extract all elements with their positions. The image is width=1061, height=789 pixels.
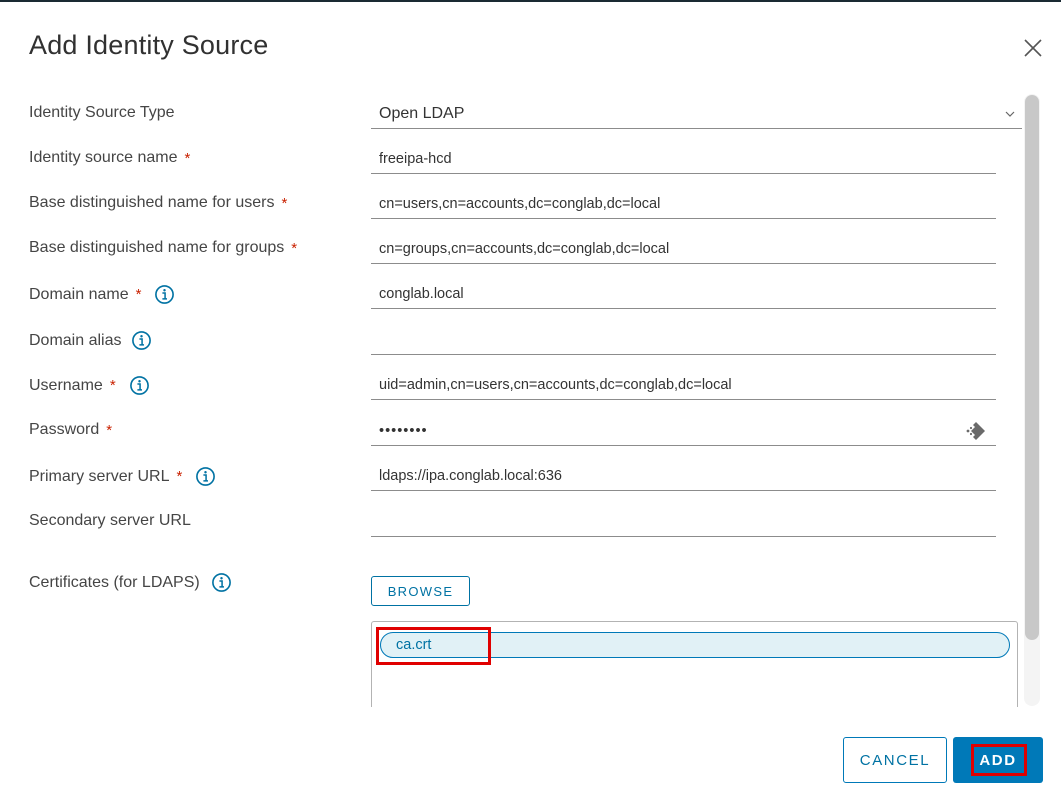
required-marker: * bbox=[135, 286, 142, 303]
secondary-url-label: Secondary server URL bbox=[29, 512, 191, 530]
dialog-title: Add Identity Source bbox=[29, 30, 269, 60]
base-dn-users-label: Base distinguished name for users * bbox=[29, 194, 287, 212]
info-icon[interactable] bbox=[129, 375, 150, 396]
password-label: Password * bbox=[29, 421, 112, 439]
identity-source-name-input[interactable]: freeipa-hcd bbox=[371, 144, 996, 174]
certificates-label: Certificates (for LDAPS) bbox=[29, 572, 232, 593]
scrollbar-thumb[interactable] bbox=[1025, 95, 1039, 640]
base-dn-groups-input[interactable]: cn=groups,cn=accounts,dc=conglab,dc=loca… bbox=[371, 234, 996, 264]
label-text: Identity source name bbox=[29, 149, 178, 166]
base-dn-users-input[interactable]: cn=users,cn=accounts,dc=conglab,dc=local bbox=[371, 189, 996, 219]
label-text: Primary server URL bbox=[29, 467, 170, 485]
password-reveal-icon[interactable] bbox=[964, 419, 988, 443]
chevron-down-icon bbox=[1005, 111, 1015, 117]
identity-source-type-label: Identity Source Type bbox=[29, 104, 175, 122]
input-value: •••••••• bbox=[379, 422, 428, 439]
required-marker: * bbox=[109, 377, 116, 394]
required-marker: * bbox=[176, 468, 183, 485]
input-value: conglab.local bbox=[379, 285, 464, 302]
certificate-chip[interactable]: ca.crt bbox=[380, 632, 1010, 658]
input-value: cn=users,cn=accounts,dc=conglab,dc=local bbox=[379, 195, 661, 212]
close-icon[interactable] bbox=[1018, 33, 1048, 63]
add-identity-source-dialog: Add Identity Source Identity Source Type… bbox=[0, 0, 1061, 789]
identity-source-type-select[interactable]: Open LDAP bbox=[371, 99, 1022, 129]
input-value: freeipa-hcd bbox=[379, 150, 452, 167]
base-dn-groups-label: Base distinguished name for groups * bbox=[29, 239, 297, 257]
browse-button[interactable]: BROWSE bbox=[371, 576, 470, 606]
password-input[interactable]: •••••••• bbox=[371, 416, 996, 446]
label-text: Username bbox=[29, 376, 103, 394]
primary-url-input[interactable]: ldaps://ipa.conglab.local:636 bbox=[371, 461, 996, 491]
required-marker: * bbox=[281, 194, 288, 212]
input-value: ldaps://ipa.conglab.local:636 bbox=[379, 467, 562, 484]
label-text: Domain name bbox=[29, 285, 129, 303]
domain-name-input[interactable]: conglab.local bbox=[371, 279, 996, 309]
label-text: Password bbox=[29, 421, 100, 438]
secondary-url-input[interactable] bbox=[371, 507, 996, 537]
domain-alias-label: Domain alias bbox=[29, 330, 152, 351]
label-text: Domain alias bbox=[29, 331, 122, 349]
required-marker: * bbox=[106, 421, 113, 439]
info-icon[interactable] bbox=[131, 330, 152, 351]
label-text: Identity Source Type bbox=[29, 104, 175, 121]
required-marker: * bbox=[291, 239, 298, 257]
certificate-file-name: ca.crt bbox=[396, 637, 432, 653]
cancel-button[interactable]: CANCEL bbox=[843, 737, 947, 783]
domain-name-label: Domain name * bbox=[29, 284, 175, 305]
select-value: Open LDAP bbox=[379, 104, 465, 122]
domain-alias-input[interactable] bbox=[371, 325, 996, 355]
primary-url-label: Primary server URL * bbox=[29, 466, 216, 487]
label-text: Base distinguished name for users bbox=[29, 194, 275, 211]
info-icon[interactable] bbox=[195, 466, 216, 487]
label-text: Secondary server URL bbox=[29, 512, 191, 529]
label-text: Certificates (for LDAPS) bbox=[29, 573, 200, 591]
identity-source-name-label: Identity source name * bbox=[29, 149, 190, 167]
input-value: cn=groups,cn=accounts,dc=conglab,dc=loca… bbox=[379, 240, 670, 257]
username-label: Username * bbox=[29, 375, 150, 396]
username-input[interactable]: uid=admin,cn=users,cn=accounts,dc=congla… bbox=[371, 370, 996, 400]
info-icon[interactable] bbox=[211, 572, 232, 593]
input-value: uid=admin,cn=users,cn=accounts,dc=congla… bbox=[379, 376, 732, 393]
info-icon[interactable] bbox=[154, 284, 175, 305]
add-button[interactable]: ADD bbox=[953, 737, 1043, 783]
required-marker: * bbox=[184, 149, 191, 167]
label-text: Base distinguished name for groups bbox=[29, 239, 285, 256]
